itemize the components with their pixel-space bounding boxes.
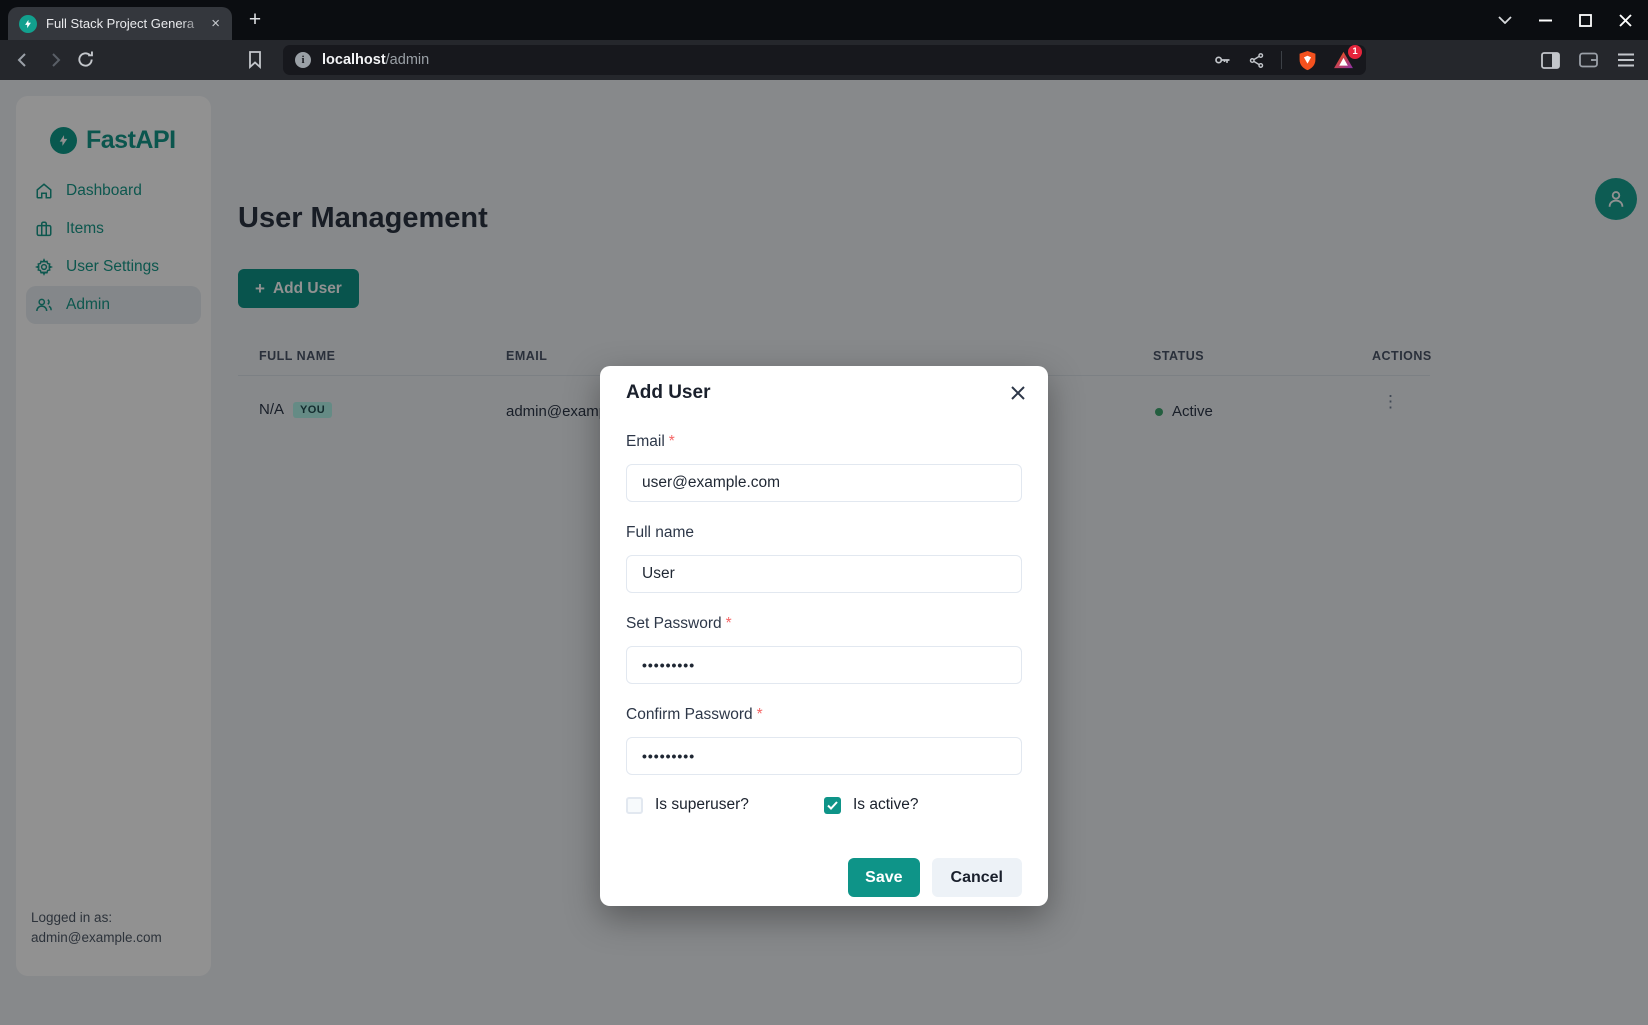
checkbox-unchecked-icon[interactable] [626, 797, 643, 814]
save-button[interactable]: Save [848, 858, 919, 897]
bookmark-icon[interactable] [247, 50, 263, 69]
full-name-field[interactable] [626, 555, 1022, 593]
confirm-password-field[interactable] [626, 737, 1022, 775]
url-path: /admin [386, 52, 430, 68]
tab-search-chevron-icon[interactable] [1498, 16, 1512, 24]
is-active-checkbox[interactable]: Is active? [824, 796, 1022, 814]
required-marker: * [726, 615, 732, 632]
add-user-modal: Add User Email* Full name Set Password* … [600, 366, 1048, 906]
password-key-icon[interactable] [1212, 50, 1232, 70]
brave-shield-icon[interactable] [1298, 50, 1317, 71]
fastapi-favicon-icon [19, 15, 37, 33]
modal-title: Add User [626, 382, 1022, 404]
email-label: Email* [626, 433, 1022, 451]
modal-close-button[interactable] [1005, 380, 1031, 406]
email-field[interactable] [626, 464, 1022, 502]
window-close-button[interactable] [1619, 14, 1632, 27]
is-superuser-checkbox[interactable]: Is superuser? [626, 796, 824, 814]
browser-tab-bar: Full Stack Project Genera × + [0, 0, 1648, 40]
url-bar[interactable]: i localhost/admin 1 [283, 45, 1366, 75]
tab-close-icon[interactable]: × [207, 14, 224, 33]
checkbox-checked-icon[interactable] [824, 797, 841, 814]
wallet-icon[interactable] [1579, 52, 1598, 68]
window-maximize-button[interactable] [1579, 14, 1592, 27]
is-active-label: Is active? [853, 796, 918, 814]
browser-tab[interactable]: Full Stack Project Genera × [8, 7, 232, 40]
reload-icon[interactable] [76, 50, 95, 69]
share-icon[interactable] [1248, 52, 1265, 69]
set-password-label: Set Password* [626, 615, 1022, 633]
set-password-field[interactable] [626, 646, 1022, 684]
url-host: localhost [322, 52, 386, 68]
toolbar-divider [1281, 51, 1282, 69]
page-content: FastAPI Dashboard Items User Settings [0, 80, 1648, 1025]
confirm-password-label: Confirm Password* [626, 706, 1022, 724]
forward-icon[interactable] [46, 51, 64, 69]
cancel-button[interactable]: Cancel [932, 858, 1022, 897]
browser-toolbar: i localhost/admin 1 [0, 40, 1648, 80]
tab-title: Full Stack Project Genera [46, 16, 207, 31]
site-info-icon[interactable]: i [295, 52, 311, 68]
new-tab-button[interactable]: + [243, 8, 267, 32]
sidebar-toggle-icon[interactable] [1541, 52, 1560, 69]
required-marker: * [757, 706, 763, 723]
window-minimize-button[interactable] [1539, 19, 1552, 22]
brave-rewards-icon[interactable]: 1 [1333, 51, 1354, 69]
is-superuser-label: Is superuser? [655, 796, 749, 814]
full-name-label: Full name [626, 524, 1022, 542]
menu-hamburger-icon[interactable] [1617, 53, 1635, 67]
required-marker: * [669, 433, 675, 450]
back-icon[interactable] [14, 51, 32, 69]
rewards-badge: 1 [1348, 45, 1362, 59]
